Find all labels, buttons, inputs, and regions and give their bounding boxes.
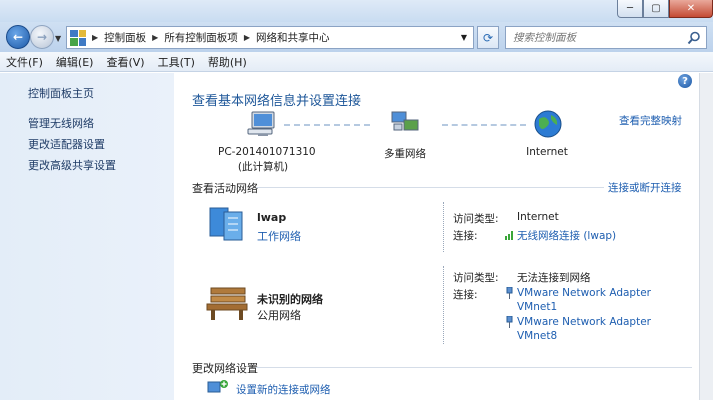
address-dropdown-icon[interactable]: ▼: [461, 33, 467, 42]
back-button[interactable]: ←: [6, 25, 30, 49]
sidebar-item-advanced-sharing[interactable]: 更改高级共享设置: [28, 157, 116, 173]
network-divider: [443, 202, 444, 252]
network-type: 公用网络: [257, 309, 301, 322]
connect-disconnect-link[interactable]: 连接或断开连接: [608, 180, 682, 195]
connection-label: 连接:: [453, 230, 478, 242]
breadcrumb-separator-icon[interactable]: ▶: [152, 33, 158, 42]
control-panel-icon: [70, 29, 86, 46]
section-divider: [256, 367, 692, 368]
public-network-bench-icon: [206, 287, 248, 320]
minimize-button[interactable]: ─: [617, 0, 643, 18]
search-box[interactable]: [505, 26, 707, 49]
change-settings-title: 更改网络设置: [192, 362, 258, 375]
signal-bars-icon: [505, 231, 513, 240]
new-connection-icon: [207, 380, 228, 393]
vmnet8-adapter-link-cont[interactable]: VMnet8: [517, 330, 557, 342]
menu-edit[interactable]: 编辑(E): [56, 54, 94, 70]
network-name: 未识别的网络: [257, 293, 323, 306]
refresh-button[interactable]: ⟳: [477, 26, 499, 49]
active-networks-title: 查看活动网络: [192, 182, 258, 195]
network-adapter-icon: [506, 287, 513, 299]
navigation-bar: ← → ▼ ▶ 控制面板 ▶ 所有控制面板项 ▶ 网络和共享中心 ▼ ⟳: [0, 22, 713, 52]
menu-tools[interactable]: 工具(T): [158, 54, 195, 70]
title-bar: ─ ▢ ✕: [0, 0, 713, 22]
multi-network-icon: [391, 111, 419, 131]
address-bar[interactable]: ▶ 控制面板 ▶ 所有控制面板项 ▶ 网络和共享中心 ▼: [66, 26, 474, 49]
work-network-icon: [209, 207, 243, 241]
computer-icon: [247, 111, 275, 136]
maximize-button[interactable]: ▢: [643, 0, 669, 18]
breadcrumb-separator-icon[interactable]: ▶: [92, 33, 98, 42]
menu-bar: 文件(F) 编辑(E) 查看(V) 工具(T) 帮助(H): [0, 52, 713, 72]
breadcrumb-network-center[interactable]: 网络和共享中心: [256, 30, 330, 45]
sidebar-item-adapter-settings[interactable]: 更改适配器设置: [28, 136, 105, 152]
access-type-value: 无法连接到网络: [517, 272, 591, 284]
connection-label: 连接:: [453, 289, 478, 301]
access-type-value: Internet: [517, 211, 559, 223]
network-divider: [443, 266, 444, 344]
sidebar: 控制面板主页 管理无线网络 更改适配器设置 更改高级共享设置: [0, 73, 174, 400]
multi-network-label: 多重网络: [384, 148, 426, 160]
menu-view[interactable]: 查看(V): [106, 54, 144, 70]
search-input[interactable]: [513, 31, 681, 44]
connection-line: [284, 124, 370, 126]
internet-label: Internet: [526, 146, 568, 158]
sidebar-item-manage-wireless[interactable]: 管理无线网络: [28, 115, 94, 131]
search-icon[interactable]: [687, 31, 701, 45]
menu-file[interactable]: 文件(F): [6, 54, 43, 70]
view-full-map-link[interactable]: 查看完整映射: [619, 113, 682, 128]
close-button[interactable]: ✕: [669, 0, 713, 18]
arrow-left-icon: ←: [12, 30, 24, 44]
network-type-link[interactable]: 工作网络: [257, 228, 301, 244]
breadcrumb-separator-icon[interactable]: ▶: [244, 33, 250, 42]
vmnet1-adapter-link-cont[interactable]: VMnet1: [517, 301, 557, 313]
wireless-connection-link[interactable]: 无线网络连接 (lwap): [517, 228, 616, 243]
forward-button[interactable]: →: [30, 25, 54, 49]
setup-new-connection-link[interactable]: 设置新的连接或网络: [236, 382, 331, 397]
menu-help[interactable]: 帮助(H): [208, 54, 247, 70]
computer-subtitle: (此计算机): [237, 161, 289, 173]
section-divider: [256, 187, 604, 188]
access-type-label: 访问类型:: [453, 272, 499, 284]
access-type-label: 访问类型:: [453, 213, 499, 225]
globe-icon: [534, 110, 562, 138]
vmnet8-adapter-link[interactable]: VMware Network Adapter: [517, 316, 651, 328]
page-title: 查看基本网络信息并设置连接: [192, 94, 362, 109]
connection-line: [442, 124, 526, 126]
sidebar-item-control-panel-home[interactable]: 控制面板主页: [28, 85, 94, 101]
breadcrumb-all-items[interactable]: 所有控制面板项: [164, 30, 238, 45]
help-icon[interactable]: ?: [678, 74, 692, 88]
computer-name: PC-201401071310: [218, 146, 316, 158]
refresh-icon: ⟳: [482, 30, 494, 45]
window-controls: ─ ▢ ✕: [617, 0, 713, 18]
network-name: lwap: [257, 211, 287, 224]
recent-pages-dropdown[interactable]: ▼: [55, 34, 61, 43]
network-adapter-icon: [506, 316, 513, 328]
breadcrumb-control-panel[interactable]: 控制面板: [104, 30, 146, 45]
vertical-scrollbar[interactable]: [699, 73, 713, 400]
vmnet1-adapter-link[interactable]: VMware Network Adapter: [517, 287, 651, 299]
arrow-right-icon: →: [36, 30, 48, 44]
